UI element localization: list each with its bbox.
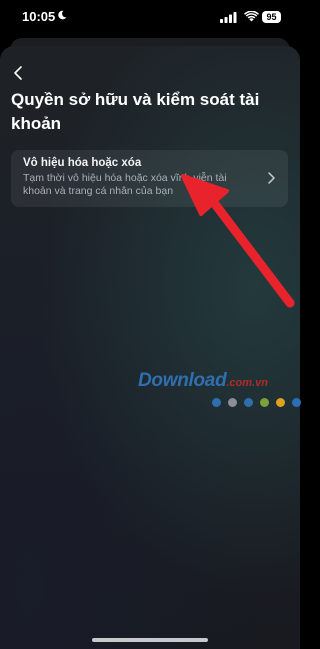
home-indicator[interactable]	[92, 638, 208, 642]
watermark-dot	[212, 398, 221, 407]
deactivate-or-delete-option[interactable]: Vô hiệu hóa hoặc xóa Tạm thời vô hiệu hó…	[11, 150, 288, 207]
account-control-sheet	[0, 46, 300, 649]
watermark-dot	[276, 398, 285, 407]
chevron-right-icon	[268, 172, 275, 184]
watermark-dot	[292, 398, 301, 407]
watermark-logo: Download.com.vn	[138, 370, 268, 392]
watermark-suffix: .com.vn	[226, 377, 268, 389]
watermark-dot	[244, 398, 253, 407]
watermark-dot	[228, 398, 237, 407]
chevron-left-icon	[14, 66, 22, 80]
moon-icon	[58, 10, 67, 20]
option-title: Vô hiệu hóa hoặc xóa	[23, 157, 142, 169]
wifi-icon	[244, 11, 259, 22]
signal-icon	[220, 12, 237, 23]
status-bar: 10:05 95	[0, 0, 300, 36]
battery-indicator: 95	[262, 11, 281, 23]
option-description: Tạm thời vô hiệu hóa hoặc xóa vĩnh viễn …	[23, 172, 227, 197]
back-button[interactable]	[8, 62, 30, 84]
watermark-dot	[260, 398, 269, 407]
watermark-text: Download	[138, 370, 227, 391]
status-time: 10:05	[22, 9, 56, 24]
page-title: Quyền sở hữu và kiểm soát tài khoản	[11, 90, 260, 133]
